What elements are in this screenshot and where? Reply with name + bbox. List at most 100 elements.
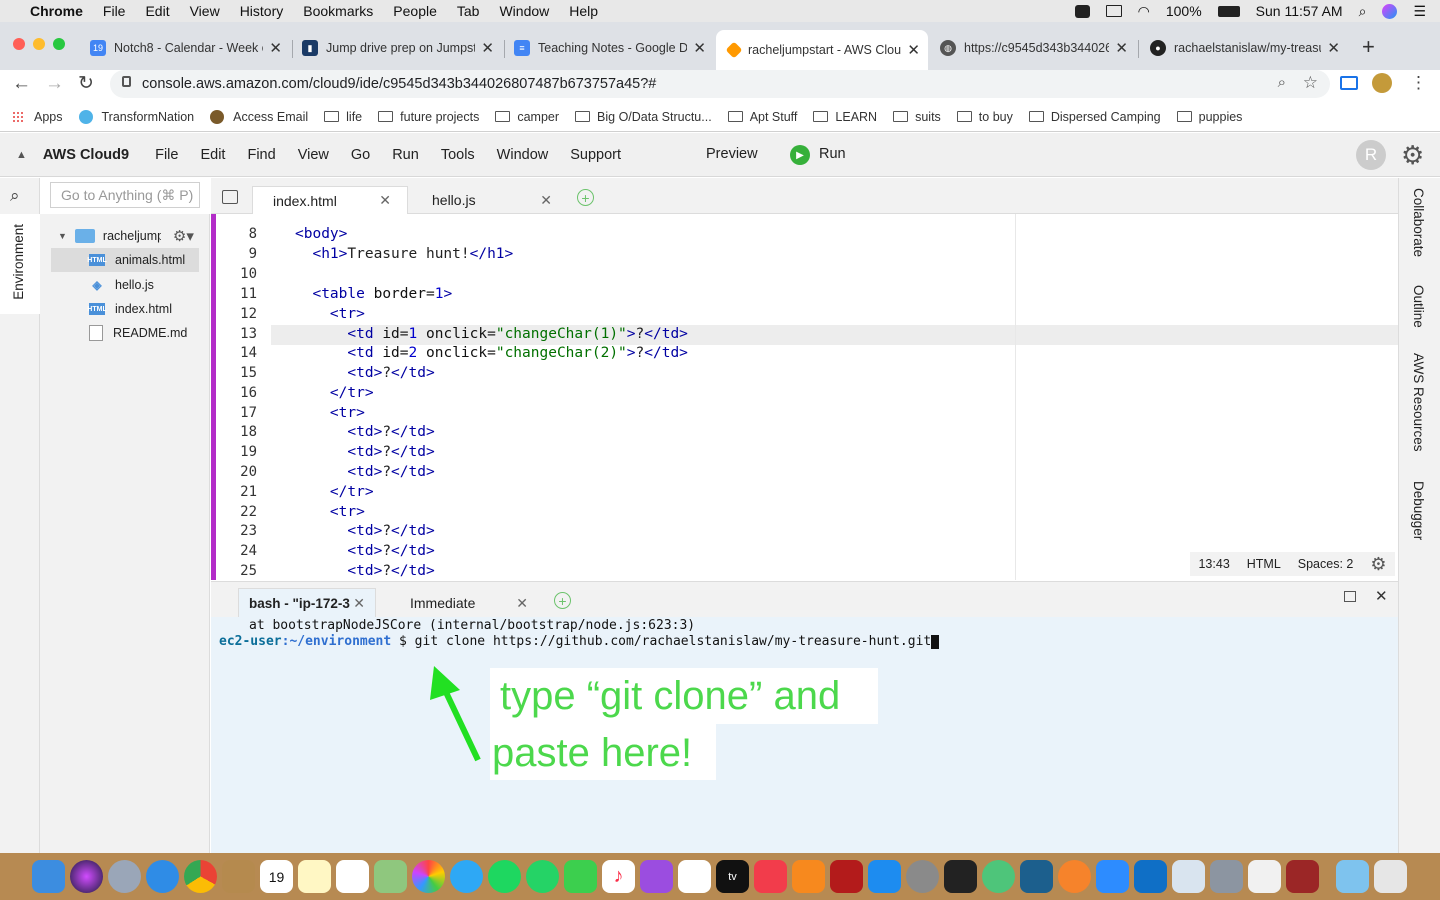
dictionary-icon[interactable] [1286,860,1319,893]
bookmark-folder-puppies[interactable]: puppies [1176,110,1242,124]
maximize-panel-icon[interactable] [1344,591,1356,602]
c9-menu-view[interactable]: View [298,147,329,163]
code-editor[interactable]: <body> <h1>Treasure hunt!</h1> <table bo… [211,214,1398,580]
zoom-window-icon[interactable] [53,38,65,50]
launchpad-icon[interactable] [108,860,141,893]
back-arrow-icon[interactable]: ← [12,73,31,95]
books-icon[interactable] [792,860,825,893]
screen-record-icon[interactable] [1074,4,1090,18]
editor-settings-gear-icon[interactable]: ⚙ [1370,554,1386,575]
image-capture-icon[interactable] [1210,860,1243,893]
tree-file-animals-html[interactable]: HTML animals.html [51,248,199,272]
menu-edit[interactable]: Edit [135,3,179,19]
menu-people[interactable]: People [383,3,447,19]
close-tab-icon[interactable]: ✕ [1327,39,1340,57]
menu-history[interactable]: History [230,3,294,19]
close-tab-icon[interactable]: ✕ [540,192,552,209]
c9-menu-file[interactable]: File [155,147,178,163]
maps-icon[interactable] [374,860,407,893]
photos-icon[interactable] [412,860,445,893]
bookmark-folder-life[interactable]: life [324,110,362,124]
spotlight-search-icon[interactable]: ⌕ [1359,3,1367,20]
search-icon[interactable]: ⌕ [10,186,20,206]
calendar-icon[interactable]: 19 [260,860,293,893]
bookmark-folder-future-projects[interactable]: future projects [378,110,479,124]
browser-tab-docs[interactable]: ≡ Teaching Notes - Google Docs ✕ [506,32,714,64]
run-play-icon[interactable]: ▶ [790,145,810,165]
close-tab-icon[interactable]: ✕ [693,39,706,57]
bookmark-folder-to-buy[interactable]: to buy [956,110,1013,124]
menu-tab[interactable]: Tab [447,3,490,19]
close-window-icon[interactable] [13,38,25,50]
cast-icon[interactable] [1340,76,1358,90]
cursor-position[interactable]: 13:43 [1198,557,1229,571]
terminal-tab-bash[interactable]: bash - "ip-172-31 ✕ [238,588,376,617]
textedit-icon[interactable] [1248,860,1281,893]
photobooth-icon[interactable] [830,860,863,893]
battery-icon[interactable] [1217,5,1240,17]
more-menu-icon[interactable]: ⋮ [1410,73,1427,93]
sublime-icon[interactable] [1058,860,1091,893]
airplay-icon[interactable] [1105,5,1122,17]
bookmark-folder-dispersed-camping[interactable]: Dispersed Camping [1028,110,1161,124]
user-avatar[interactable]: R [1356,140,1386,170]
browser-tab-calendar[interactable]: 19 Notch8 - Calendar - Week of ✕ [82,32,290,64]
notification-center-icon[interactable]: ☰ [1413,3,1426,20]
tab-list-icon[interactable] [222,190,238,204]
close-tab-icon[interactable]: ✕ [481,39,494,57]
environment-panel-tab[interactable]: Environment [0,214,40,314]
trash-icon[interactable] [1374,860,1407,893]
add-tab-icon[interactable]: + [577,189,594,206]
preview-button[interactable]: Preview [706,146,758,162]
address-bar[interactable]: console.aws.amazon.com/cloud9/ide/c9545d… [110,70,1330,98]
c9-menu-run[interactable]: Run [392,147,419,163]
zoom-icon[interactable]: ⌕ [1278,74,1286,91]
profile-avatar[interactable] [1372,73,1392,93]
add-terminal-tab-icon[interactable]: + [554,592,571,609]
atom-icon[interactable] [982,860,1015,893]
close-tab-icon[interactable]: ✕ [269,39,282,57]
panel-debugger[interactable]: Debugger [1411,481,1426,540]
tv-icon[interactable]: tv [716,860,749,893]
reminders-icon[interactable] [336,860,369,893]
tree-root-folder[interactable]: ▼ racheljumpstart ⚙▾ [58,224,194,248]
bookmark-folder-apt-stuff[interactable]: Apt Stuff [727,110,797,124]
system-preferences-icon[interactable] [906,860,939,893]
run-button[interactable]: Run [819,146,846,162]
preview-icon[interactable] [1172,860,1205,893]
wifi-icon[interactable]: ◠ [1138,3,1150,20]
messages-icon[interactable] [450,860,483,893]
contacts-icon[interactable] [222,860,255,893]
editor-tab-hello-js[interactable]: hello.js ✕ [412,186,568,214]
notes-icon[interactable] [298,860,331,893]
finder-icon[interactable] [32,860,65,893]
safari-icon[interactable] [146,860,179,893]
editor-tab-index-html[interactable]: index.html ✕ [252,186,408,214]
panel-collaborate[interactable]: Collaborate [1411,188,1426,257]
collapse-menubar-icon[interactable]: ▲ [16,149,27,161]
terminal-tab-immediate[interactable]: Immediate ✕ [400,592,540,614]
c9-menu-tools[interactable]: Tools [441,147,475,163]
siri-icon[interactable] [70,860,103,893]
indent-spaces[interactable]: Spaces: 2 [1298,557,1354,571]
siri-icon[interactable] [1382,3,1398,19]
spotify-icon[interactable] [488,860,521,893]
c9-menu-support[interactable]: Support [570,147,621,163]
facetime-icon[interactable] [564,860,597,893]
menu-file[interactable]: File [93,3,136,19]
tree-file-hello-js[interactable]: ◈ hello.js [89,273,154,297]
close-tab-icon[interactable]: ✕ [379,192,391,209]
bookmark-folder-camper[interactable]: camper [495,110,559,124]
bookmark-transformnation[interactable]: TransformNation [78,109,194,124]
browser-tab-github[interactable]: ● rachaelstanislaw/my-treasure ✕ [1142,32,1348,64]
cloud9-brand[interactable]: AWS Cloud9 [43,147,129,163]
bookmark-folder-big-o[interactable]: Big O/Data Structu... [575,110,712,124]
news-icon[interactable] [754,860,787,893]
lock-icon[interactable] [122,76,131,87]
forward-arrow-icon[interactable]: → [45,73,64,95]
tree-file-readme[interactable]: README.md [89,321,187,345]
c9-menu-edit[interactable]: Edit [200,147,225,163]
panel-outline[interactable]: Outline [1411,285,1426,328]
close-tab-icon[interactable]: ✕ [907,41,920,59]
terminal-icon[interactable] [944,860,977,893]
